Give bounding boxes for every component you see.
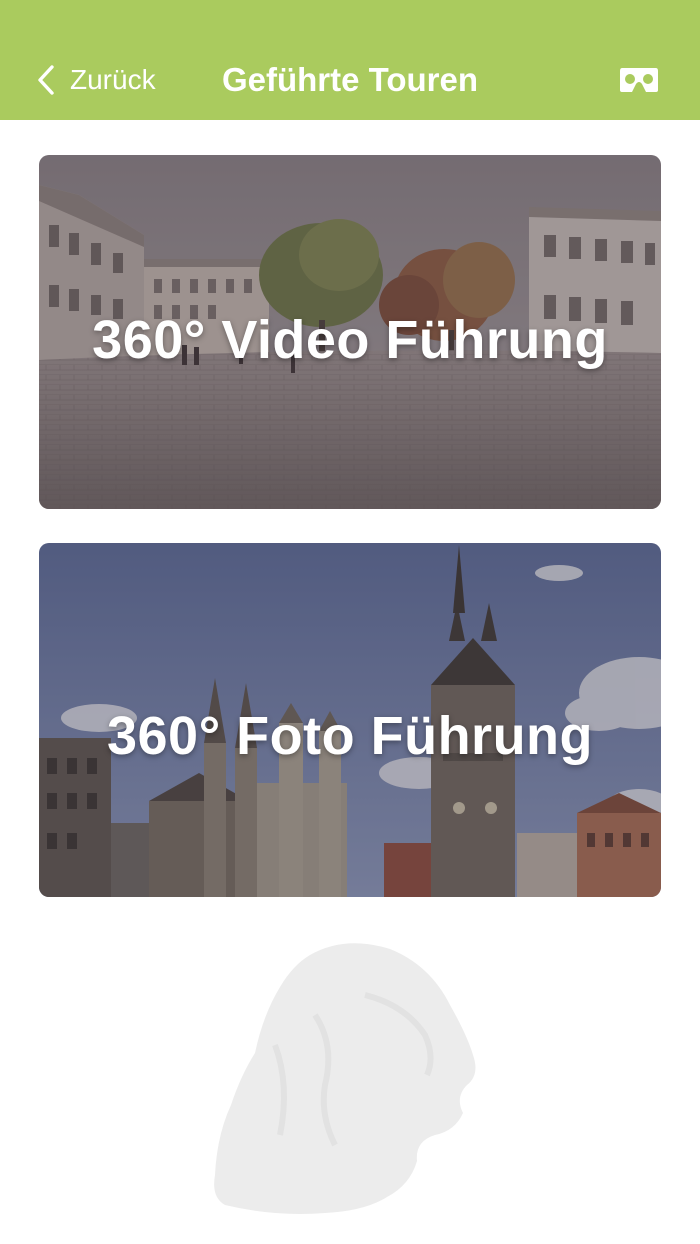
chevron-left-icon bbox=[38, 65, 54, 95]
photo-tour-card[interactable]: 360° Foto Führung bbox=[39, 543, 661, 897]
cardboard-vr-icon bbox=[620, 68, 658, 92]
back-button-label: Zurück bbox=[70, 64, 156, 95]
video-tour-label: 360° Video Führung bbox=[92, 310, 608, 370]
lion-head-watermark bbox=[214, 943, 476, 1214]
vr-mode-button[interactable] bbox=[618, 62, 660, 98]
photo-tour-label: 360° Foto Führung bbox=[106, 706, 594, 766]
back-button[interactable]: Zurück bbox=[36, 60, 156, 100]
video-tour-card[interactable]: 360° Video Führung bbox=[39, 155, 661, 509]
navigation-bar: Zurück Geführte Touren bbox=[0, 0, 700, 120]
